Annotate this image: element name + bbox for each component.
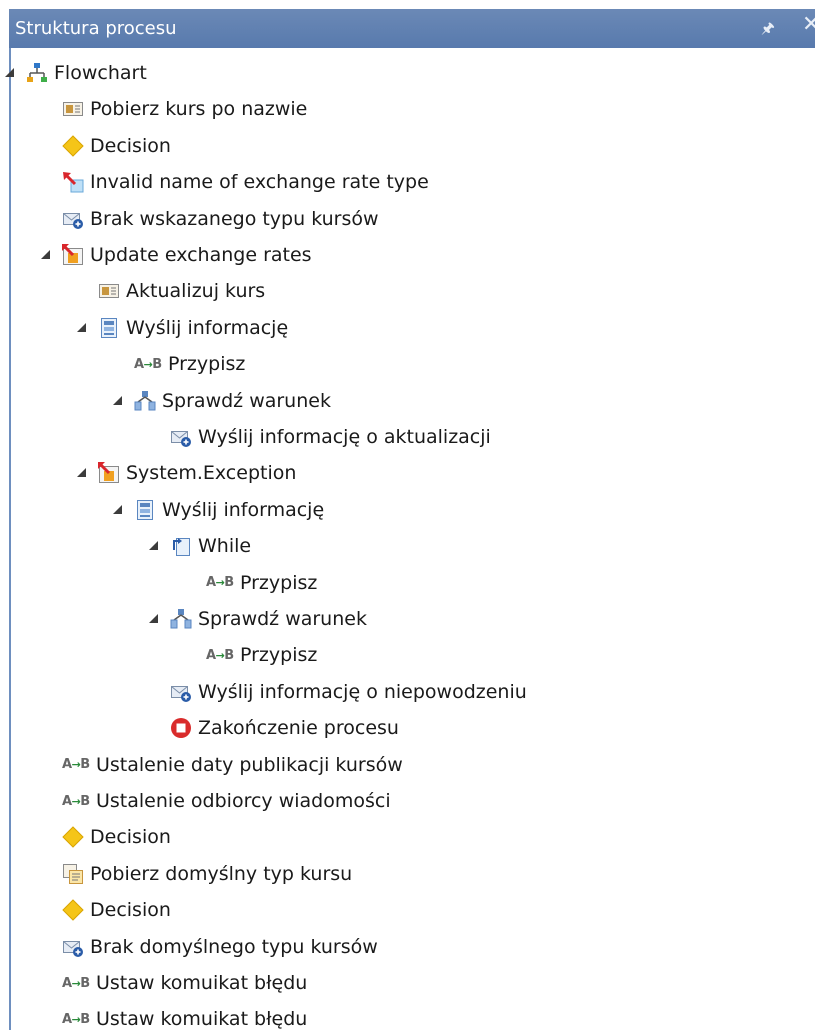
tree-item-label: Ustalenie odbiorcy wiadomości — [96, 790, 391, 812]
assign-icon: A → B — [134, 356, 162, 372]
send-mail-icon — [170, 681, 192, 703]
tree-item[interactable]: While — [144, 531, 251, 561]
tree-item-label: Aktualizuj kurs — [126, 280, 266, 303]
if-icon — [134, 390, 156, 412]
tree-item-label: Decision — [90, 134, 171, 157]
tree-item[interactable]: Invalid name of exchange rate type — [62, 167, 429, 197]
decision-icon — [62, 899, 84, 921]
tree-item-label: Przypisz — [240, 571, 318, 594]
tree-item-label: Flowchart — [54, 62, 147, 84]
send-mail-icon — [170, 426, 192, 448]
tree-item-label: While — [198, 535, 252, 558]
tree-item[interactable]: Wyślij informację — [108, 495, 324, 525]
expanded-triangle-icon[interactable] — [144, 609, 164, 629]
tree-item[interactable]: Zakończenie procesu — [170, 713, 399, 743]
tree-item[interactable]: Brak wskazanego typu kursów — [62, 204, 379, 234]
expanded-triangle-icon[interactable] — [72, 318, 92, 338]
tree-item[interactable]: Aktualizuj kurs — [98, 276, 265, 306]
tree-item-label: Przypisz — [240, 644, 318, 667]
tree-item[interactable]: System.Exception — [72, 458, 296, 488]
tree-item[interactable]: A → B Przypisz — [206, 568, 317, 598]
flowchart-icon — [26, 62, 48, 84]
trycatch-icon — [62, 244, 84, 266]
panel-left-border — [9, 48, 11, 1030]
tree-item[interactable]: Wyślij informację o aktualizacji — [170, 422, 491, 452]
tree-item-label: Sprawdź warunek — [162, 389, 331, 412]
decision-icon — [62, 826, 84, 849]
tree-item[interactable]: A → B Ustalenie odbiorcy wiadomości — [62, 786, 391, 816]
sequence-icon — [98, 317, 120, 339]
assign-icon: A → B — [62, 757, 90, 773]
assign-icon: A → B — [62, 793, 90, 809]
tree-item-label: Brak domyślnego typu kursów — [90, 935, 378, 958]
tree-item[interactable]: Decision — [62, 131, 171, 161]
tree-item-label: Decision — [90, 899, 171, 922]
tree-item[interactable]: Pobierz kurs po nazwie — [62, 94, 307, 124]
activity-icon — [62, 98, 84, 120]
process-tree[interactable]: Flowchart Pobierz kurs po nazwie Decision I… — [5, 50, 812, 1031]
tree-item-label: System.Exception — [126, 462, 297, 485]
expanded-triangle-icon[interactable] — [108, 500, 128, 520]
tree-item[interactable]: Flowchart — [0, 58, 147, 88]
tree-item-label: Pobierz kurs po nazwie — [90, 98, 308, 121]
tree-item[interactable]: Decision — [62, 822, 171, 852]
tree-item-label: Wyślij informację — [126, 316, 289, 339]
expanded-triangle-icon[interactable] — [36, 245, 56, 265]
expanded-triangle-icon[interactable] — [108, 391, 128, 411]
throw-icon — [62, 171, 84, 193]
close-icon[interactable]: ✕ — [802, 14, 815, 36]
tree-item[interactable]: Pobierz domyślny typ kursu — [62, 859, 352, 889]
send-mail-icon — [62, 208, 84, 230]
tree-item[interactable]: A → B Ustalenie daty publikacji kursów — [62, 750, 403, 780]
tree-item[interactable]: A → B Przypisz — [206, 640, 317, 670]
panel-title: Struktura procesu — [15, 18, 177, 39]
panel-title-bar: Struktura procesu 🖈︎ ✕ — [9, 9, 815, 48]
tree-item-label: Sprawdź warunek — [198, 608, 367, 630]
tree-item-label: Ustaw komuikat błędu — [96, 972, 308, 994]
tree-item-label: Update exchange rates — [90, 244, 312, 266]
tree-item[interactable]: A → B Ustaw komuikat błędu — [62, 968, 307, 998]
assign-icon: A → B — [206, 575, 234, 591]
tree-item-label: Ustalenie daty publikacji kursów — [96, 753, 403, 776]
activity-icon — [98, 280, 120, 302]
tree-item-label: Wyślij informację o aktualizacji — [198, 426, 491, 448]
tree-item-label: Decision — [90, 826, 171, 849]
tree-item-label: Wyślij informację — [162, 498, 325, 521]
tree-item-label: Ustaw komuikat błędu — [96, 1008, 308, 1031]
terminate-icon — [170, 717, 192, 739]
if-icon — [170, 608, 192, 630]
assign-icon: A → B — [62, 1011, 90, 1027]
decision-icon — [62, 135, 84, 157]
while-icon — [170, 535, 192, 557]
tree-item[interactable]: Wyślij informację — [72, 313, 288, 343]
tree-item[interactable]: Brak domyślnego typu kursów — [62, 932, 378, 962]
expanded-triangle-icon[interactable] — [0, 63, 20, 83]
assign-icon: A → B — [62, 975, 90, 991]
tree-item[interactable]: Wyślij informację o niepowodzeniu — [170, 677, 527, 707]
assign-icon: A → B — [206, 647, 234, 663]
process-structure-panel: Struktura procesu 🖈︎ ✕ Flowchart Pobierz … — [0, 0, 815, 1030]
pin-icon[interactable]: 🖈︎ — [761, 18, 775, 43]
tree-item[interactable]: Decision — [62, 895, 171, 925]
tree-item[interactable]: Sprawdź warunek — [108, 386, 331, 416]
tree-item[interactable]: Sprawdź warunek — [144, 604, 367, 634]
tree-item-label: Brak wskazanego typu kursów — [90, 207, 379, 230]
expanded-triangle-icon[interactable] — [144, 536, 164, 556]
tree-item-label: Invalid name of exchange rate type — [90, 171, 429, 194]
expanded-triangle-icon[interactable] — [72, 463, 92, 483]
invoke-icon — [62, 863, 84, 885]
send-mail-icon — [62, 936, 84, 958]
tree-item-label: Zakończenie procesu — [198, 717, 399, 740]
tree-item-label: Przypisz — [168, 353, 246, 376]
tree-item-label: Pobierz domyślny typ kursu — [90, 862, 353, 885]
tree-item[interactable]: Update exchange rates — [36, 240, 312, 270]
tree-item-label: Wyślij informację o niepowodzeniu — [198, 680, 527, 703]
trycatch-icon — [98, 462, 120, 484]
tree-item[interactable]: A → B Przypisz — [134, 349, 245, 379]
sequence-icon — [134, 499, 156, 521]
